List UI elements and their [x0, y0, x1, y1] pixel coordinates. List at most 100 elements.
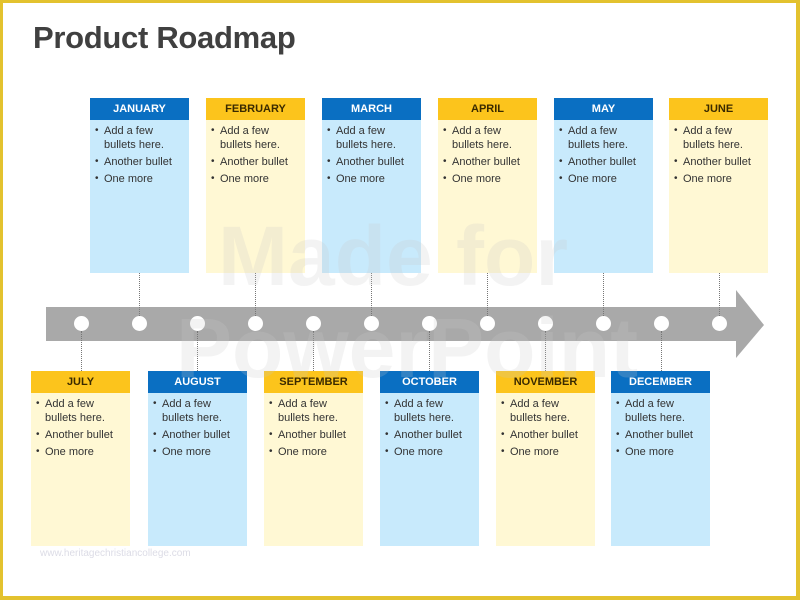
bullet-item: Another bullet [95, 155, 185, 169]
bullet-item: Add a few bullets here. [153, 397, 243, 425]
bullet-item: Another bullet [153, 428, 243, 442]
month-card-february: FEBRUARY Add a few bullets here. Another b… [206, 98, 305, 273]
connector-line [429, 331, 430, 371]
bullet-item: Add a few bullets here. [443, 124, 533, 152]
bullet-item: Add a few bullets here. [385, 397, 475, 425]
timeline-dot [248, 316, 263, 331]
bullet-list: Add a few bullets here. Another bullet One… [152, 397, 243, 459]
month-card-may: MAY Add a few bullets here. Another bullet… [554, 98, 653, 273]
bullet-item: One more [153, 445, 243, 459]
timeline-dot [306, 316, 321, 331]
bullet-item: Another bullet [327, 155, 417, 169]
timeline-dot [654, 316, 669, 331]
month-body: Add a few bullets here. Another bullet One… [554, 120, 653, 273]
bullet-list: Add a few bullets here. Another bullet One… [442, 124, 533, 186]
month-body: Add a few bullets here. Another bullet One… [322, 120, 421, 273]
month-body: Add a few bullets here. Another bullet One… [90, 120, 189, 273]
month-header: MARCH [322, 98, 421, 120]
month-header: JUNE [669, 98, 768, 120]
month-card-june: JUNE Add a few bullets here. Another bulle… [669, 98, 768, 273]
timeline-dot [596, 316, 611, 331]
month-header: APRIL [438, 98, 537, 120]
page-title: Product Roadmap [33, 20, 296, 55]
bullet-item: Another bullet [559, 155, 649, 169]
bullet-item: Another bullet [211, 155, 301, 169]
month-card-september: SEPTEMBER Add a few bullets here. Another … [264, 371, 363, 546]
month-header: NOVEMBER [496, 371, 595, 393]
bullet-list: Add a few bullets here. Another bullet One… [35, 397, 126, 459]
timeline-dot [538, 316, 553, 331]
timeline-dot [190, 316, 205, 331]
month-header: SEPTEMBER [264, 371, 363, 393]
month-body: Add a few bullets here. Another bullet One… [496, 393, 595, 546]
bullet-item: Another bullet [385, 428, 475, 442]
bullet-item: Add a few bullets here. [616, 397, 706, 425]
bullet-item: Another bullet [674, 155, 764, 169]
timeline-dot [74, 316, 89, 331]
bullet-list: Add a few bullets here. Another bullet One… [384, 397, 475, 459]
connector-line [487, 273, 488, 316]
bullet-item: Add a few bullets here. [269, 397, 359, 425]
timeline-dot [364, 316, 379, 331]
month-header: MAY [554, 98, 653, 120]
bullet-item: One more [674, 172, 764, 186]
month-header: FEBRUARY [206, 98, 305, 120]
connector-line [545, 331, 546, 371]
month-body: Add a few bullets here. Another bullet One… [380, 393, 479, 546]
bullet-item: One more [211, 172, 301, 186]
month-body: Add a few bullets here. Another bullet One… [669, 120, 768, 273]
month-header: OCTOBER [380, 371, 479, 393]
bullet-list: Add a few bullets here. Another bullet One… [500, 397, 591, 459]
timeline-dot [712, 316, 727, 331]
bullet-list: Add a few bullets here. Another bullet One… [268, 397, 359, 459]
month-card-november: NOVEMBER Add a few bullets here. Another b… [496, 371, 595, 546]
month-body: Add a few bullets here. Another bullet One… [206, 120, 305, 273]
bullet-item: One more [501, 445, 591, 459]
month-card-april: APRIL Add a few bullets here. Another bull… [438, 98, 537, 273]
bullet-list: Add a few bullets here. Another bullet One… [210, 124, 301, 186]
bullet-item: One more [269, 445, 359, 459]
month-body: Add a few bullets here. Another bullet One… [611, 393, 710, 546]
bullet-item: Add a few bullets here. [36, 397, 126, 425]
month-card-december: DECEMBER Add a few bullets here. Another b… [611, 371, 710, 546]
connector-line [371, 273, 372, 316]
bullet-list: Add a few bullets here. Another bullet One… [615, 397, 706, 459]
bullet-list: Add a few bullets here. Another bullet One… [326, 124, 417, 186]
connector-line [81, 331, 82, 371]
bullet-item: Another bullet [501, 428, 591, 442]
bullet-item: One more [616, 445, 706, 459]
bullet-item: Another bullet [443, 155, 533, 169]
bullet-list: Add a few bullets here. Another bullet One… [673, 124, 764, 186]
month-header: DECEMBER [611, 371, 710, 393]
month-body: Add a few bullets here. Another bullet One… [264, 393, 363, 546]
timeline-dot [132, 316, 147, 331]
month-card-july: JULY Add a few bullets here. Another bulle… [31, 371, 130, 546]
bullet-list: Add a few bullets here. Another bullet One… [558, 124, 649, 186]
connector-line [255, 273, 256, 316]
month-body: Add a few bullets here. Another bullet One… [31, 393, 130, 546]
month-card-august: AUGUST Add a few bullets here. Another bul… [148, 371, 247, 546]
month-header: AUGUST [148, 371, 247, 393]
month-header: JANUARY [90, 98, 189, 120]
bullet-item: Another bullet [36, 428, 126, 442]
bullet-item: One more [385, 445, 475, 459]
connector-line [313, 331, 314, 371]
connector-line [719, 273, 720, 316]
bullet-item: Another bullet [269, 428, 359, 442]
month-body: Add a few bullets here. Another bullet One… [148, 393, 247, 546]
connector-line [197, 331, 198, 371]
bullet-item: One more [559, 172, 649, 186]
timeline-dot [422, 316, 437, 331]
month-header: JULY [31, 371, 130, 393]
connector-line [661, 331, 662, 371]
bullet-item: Add a few bullets here. [559, 124, 649, 152]
bullet-item: Add a few bullets here. [95, 124, 185, 152]
timeline-dot [480, 316, 495, 331]
bullet-item: Add a few bullets here. [211, 124, 301, 152]
bullet-item: Add a few bullets here. [501, 397, 591, 425]
bullet-item: Add a few bullets here. [674, 124, 764, 152]
bullet-item: Add a few bullets here. [327, 124, 417, 152]
site-url-watermark: www.heritagechristiancollege.com [40, 548, 191, 559]
connector-line [603, 273, 604, 316]
bullet-item: One more [327, 172, 417, 186]
